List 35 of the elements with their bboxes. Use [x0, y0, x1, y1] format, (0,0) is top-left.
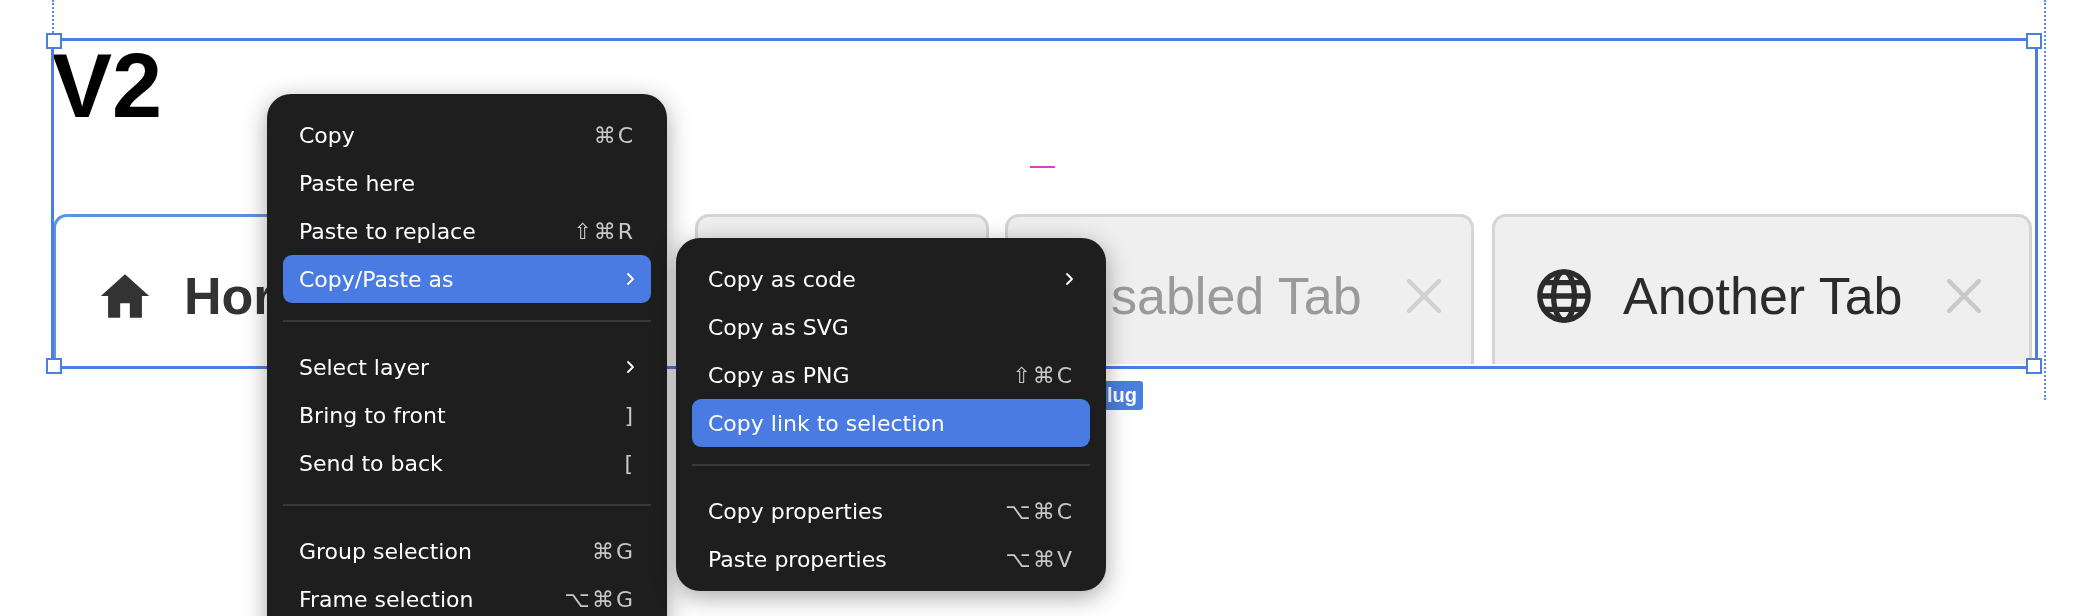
menu-item[interactable]: Copy/Paste as	[283, 255, 651, 303]
resize-handle[interactable]	[46, 358, 62, 374]
chevron-right-icon	[1064, 271, 1074, 287]
resize-handle[interactable]	[46, 33, 62, 49]
menu-item[interactable]: Bring to front ]	[283, 391, 651, 439]
shortcut-text: ⌥⌘C	[1005, 498, 1074, 524]
menu-item[interactable]: Paste here	[283, 159, 651, 207]
menu-item[interactable]: Group selection ⌘G	[283, 527, 651, 575]
globe-icon	[1535, 266, 1593, 325]
tab-label: Another Tab	[1623, 265, 1903, 326]
tab[interactable]: Another Tab	[1492, 214, 2032, 364]
chevron-right-icon	[625, 359, 635, 375]
menu-item[interactable]: Copy ⌘C	[283, 111, 651, 159]
menu-item[interactable]: Select layer	[283, 343, 651, 391]
chevron-right-icon	[625, 271, 635, 287]
frame-heading: V2	[52, 50, 163, 122]
shortcut-text: ⌥⌘G	[564, 586, 635, 612]
shortcut-text: ⇧⌘R	[573, 218, 635, 244]
shortcut-text: ]	[624, 402, 635, 428]
marker-line	[1030, 166, 1055, 168]
tab-label: sabled Tab	[1111, 265, 1362, 326]
tab-label: Hor	[184, 265, 274, 326]
resize-handle[interactable]	[2026, 33, 2042, 49]
resize-handle[interactable]	[2026, 358, 2042, 374]
menu-item[interactable]: Frame selection ⌥⌘G	[283, 575, 651, 616]
menu-item[interactable]: Paste properties ⌥⌘V	[692, 535, 1090, 583]
shortcut-text: ⌘C	[593, 122, 635, 148]
shortcut-text: ⌘G	[591, 538, 635, 564]
shortcut-text: ⇧⌘C	[1012, 362, 1074, 388]
menu-item[interactable]: Copy properties ⌥⌘C	[692, 487, 1090, 535]
shortcut-text: ⌥⌘V	[1005, 546, 1074, 572]
menu-item[interactable]: Send to back [	[283, 439, 651, 487]
shortcut-text: [	[624, 450, 635, 476]
menu-item[interactable]: Copy link to selection	[692, 399, 1090, 447]
menu-item[interactable]: Paste to replace ⇧⌘R	[283, 207, 651, 255]
